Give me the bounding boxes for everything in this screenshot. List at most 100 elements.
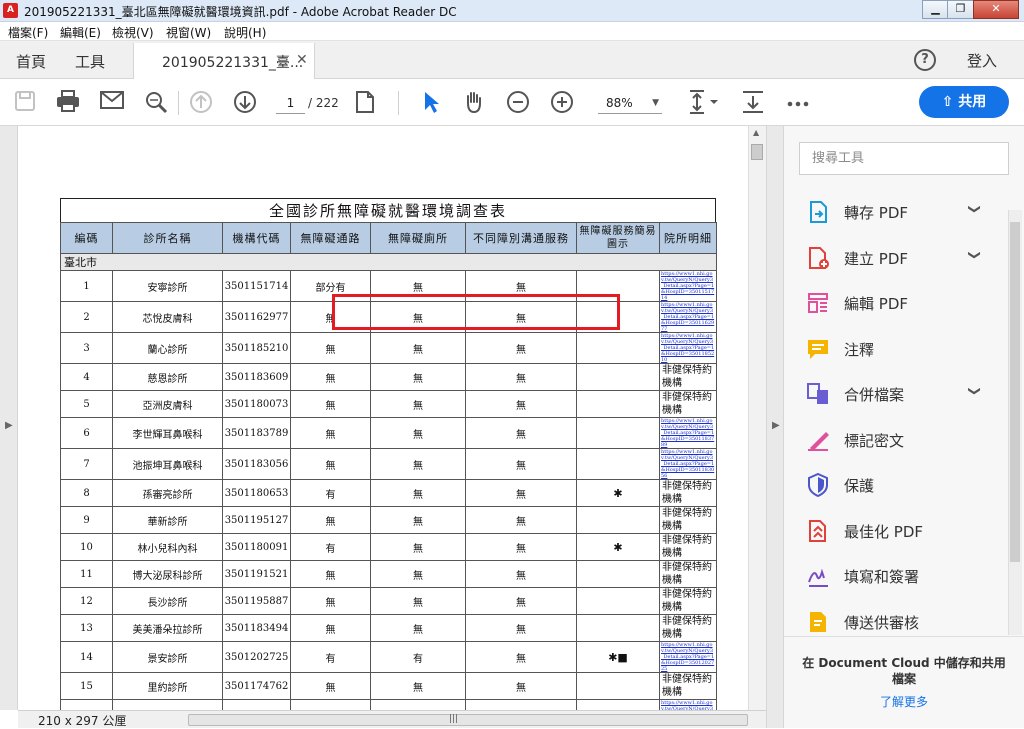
cell-detail[interactable]: https://www1.nhi.gov.tw/QueryN/Query3_De… (659, 301, 717, 333)
clinic-table: 編碼 診所名稱 機構代碼 無障礙通路 無障礙廁所 不同障別溝通服務 無障礙服務簡… (60, 222, 717, 710)
create-pdf-icon (806, 246, 830, 270)
cell-detail[interactable]: https://www1.nhi.gov.tw/QueryN/Query3_De… (659, 270, 717, 302)
search-icon[interactable] (144, 90, 168, 114)
document-viewer[interactable]: 全國診所無障礙就醫環境調查表 編碼 診所名稱 機構代碼 無障礙通路 無障礙廁所 … (18, 126, 748, 710)
chevron-down-icon[interactable]: ❯ (968, 249, 982, 259)
tool-item-export-pdf[interactable]: 轉存 PDF ❯ (806, 198, 986, 226)
zoom-in-icon[interactable] (550, 90, 574, 114)
cell-icon (576, 332, 660, 364)
horizontal-scroll-grip[interactable]: ||| (449, 714, 458, 724)
menu-file[interactable]: 檔案(F) (8, 24, 48, 41)
signin-button[interactable]: 登入 (967, 50, 997, 71)
close-tab-icon[interactable]: ✕ (296, 52, 308, 68)
save-icon[interactable] (13, 90, 37, 114)
header-name: 診所名稱 (112, 222, 223, 254)
horizontal-scrollbar[interactable]: ||| (188, 714, 748, 726)
minimize-button[interactable]: ▁ (922, 0, 949, 19)
share-button[interactable]: ⇧ 共用 (919, 86, 1009, 118)
tab-document[interactable]: 201905221331_臺... ✕ (133, 43, 315, 79)
cell-no: 2 (60, 301, 113, 333)
document-cloud-text: 在 Document Cloud 中儲存和共用檔案 (802, 656, 1006, 686)
cell-icon (576, 417, 660, 449)
cell-detail[interactable]: https://www1.nhi.gov.tw/QueryN/Query3_De… (659, 332, 717, 364)
table-row: 10 林小兒科內科 3501180091 有無無 ✱ 非健保特約機構 (60, 533, 717, 561)
cell-code: 3501195887 (222, 587, 291, 615)
print-icon[interactable] (56, 90, 80, 114)
zoom-select[interactable]: 88% ▼ (598, 92, 662, 114)
help-icon[interactable]: ? (914, 49, 936, 71)
page-size: 210 x 297 公厘 (38, 714, 127, 728)
chevron-down-icon[interactable]: ❯ (968, 204, 982, 214)
table-row: 4 慈恩診所 3501183609 無無無非健保特約機構 (60, 363, 717, 391)
cell-detail[interactable]: https://www1.nhi.gov.tw/QueryN/Query3_De… (659, 699, 717, 710)
close-button[interactable]: ✕ (973, 0, 1019, 19)
title-bar: A 201905221331_臺北區無障礙就醫環境資訊.pdf - Adobe … (0, 0, 1024, 22)
cell-detail[interactable]: https://www1.nhi.gov.tw/QueryN/Query3_De… (659, 448, 717, 480)
hand-tool-icon[interactable] (462, 90, 486, 114)
vertical-scrollbar[interactable]: ▲ (748, 126, 766, 710)
cell-icon (576, 448, 660, 480)
header-toilet: 無障礙廁所 (370, 222, 466, 254)
page-view-icon[interactable] (353, 90, 377, 114)
tool-label: 注釋 (844, 340, 875, 359)
cell-access: 無 (290, 699, 371, 710)
tool-item-create-pdf[interactable]: 建立 PDF ❯ (806, 244, 986, 272)
search-tools-input[interactable]: 搜尋工具 (799, 142, 1009, 175)
chevron-down-icon[interactable]: ❯ (968, 386, 982, 396)
cell-no: 12 (60, 587, 113, 615)
cell-icon: ✱ (576, 479, 660, 507)
cell-access: 無 (290, 363, 371, 391)
left-panel-toggle[interactable]: ▶ (0, 126, 18, 710)
page-fit-icon[interactable] (686, 90, 720, 114)
next-page-icon[interactable] (233, 90, 257, 114)
tool-item-optimize-pdf[interactable]: 最佳化 PDF (806, 517, 986, 545)
cell-detail[interactable]: https://www1.nhi.gov.tw/QueryN/Query3_De… (659, 417, 717, 449)
email-icon[interactable] (100, 90, 124, 114)
tool-item-fill-sign[interactable]: 填寫和簽署 (806, 562, 986, 590)
menu-edit[interactable]: 編輯(E) (60, 24, 101, 41)
cell-no: 11 (60, 560, 113, 588)
cell-detail[interactable]: https://www1.nhi.gov.tw/QueryN/Query3_De… (659, 641, 717, 673)
zoom-value: 88% (606, 96, 633, 110)
tool-label: 最佳化 PDF (844, 522, 923, 541)
collapse-right-panel-icon[interactable]: ▶ (772, 420, 780, 431)
header-icon: 無障礙服務簡易圖示 (576, 222, 660, 254)
table-row: 2 芯悅皮膚科 3501162977 無無無 https://www1.nhi.gov.… (60, 301, 717, 333)
scroll-mode-icon[interactable] (741, 90, 765, 114)
cell-name: 美美潘朵拉診所 (112, 614, 223, 642)
maximize-button[interactable]: ❐ (947, 0, 974, 19)
tool-item-edit-pdf[interactable]: 編輯 PDF (806, 289, 986, 317)
cell-code: 3501191521 (222, 560, 291, 588)
vertical-scroll-thumb[interactable] (751, 144, 763, 160)
page-number-input[interactable]: 1 (276, 92, 305, 114)
tool-item-combine-files[interactable]: 合併檔案 ❯ (806, 380, 986, 408)
cell-code: 3501021720 (222, 699, 291, 710)
previous-page-icon[interactable] (189, 90, 213, 114)
tools-scroll-thumb[interactable] (1010, 222, 1020, 562)
cell-code: 3501195127 (222, 506, 291, 534)
select-cursor-icon[interactable] (419, 90, 443, 114)
pdf-icon: A (3, 3, 18, 18)
menu-help[interactable]: 說明(H) (224, 24, 266, 41)
more-options-icon[interactable] (786, 90, 810, 114)
tab-tools[interactable]: 工具 (75, 51, 105, 72)
expand-left-panel-icon[interactable]: ▶ (5, 420, 13, 431)
table-row: 9 華新診所 3501195127 無無無非健保特約機構 (60, 506, 717, 534)
tool-item-send-review[interactable]: 傳送供審核 (806, 608, 986, 636)
scroll-up-icon[interactable]: ▲ (753, 128, 759, 137)
menu-view[interactable]: 檢視(V) (112, 24, 154, 41)
cell-no: 13 (60, 614, 113, 642)
cell-toilet: 無 (370, 363, 466, 391)
cell-communication: 無 (465, 587, 577, 615)
right-panel-toggle[interactable]: ▶ (766, 126, 784, 728)
menu-window[interactable]: 視窗(W) (166, 24, 211, 41)
table-row: 15 里約診所 3501174762 無無無非健保特約機構 (60, 672, 717, 700)
cell-detail: 非健保特約機構 (659, 672, 717, 700)
tool-item-comment[interactable]: 注釋 (806, 335, 986, 363)
tab-home[interactable]: 首頁 (16, 51, 46, 72)
cell-communication: 無 (465, 363, 577, 391)
zoom-out-icon[interactable] (506, 90, 530, 114)
tool-item-redact[interactable]: 標記密文 (806, 426, 986, 454)
tool-item-protect[interactable]: 保護 (806, 471, 986, 499)
learn-more-link[interactable]: 了解更多 (784, 693, 1024, 710)
